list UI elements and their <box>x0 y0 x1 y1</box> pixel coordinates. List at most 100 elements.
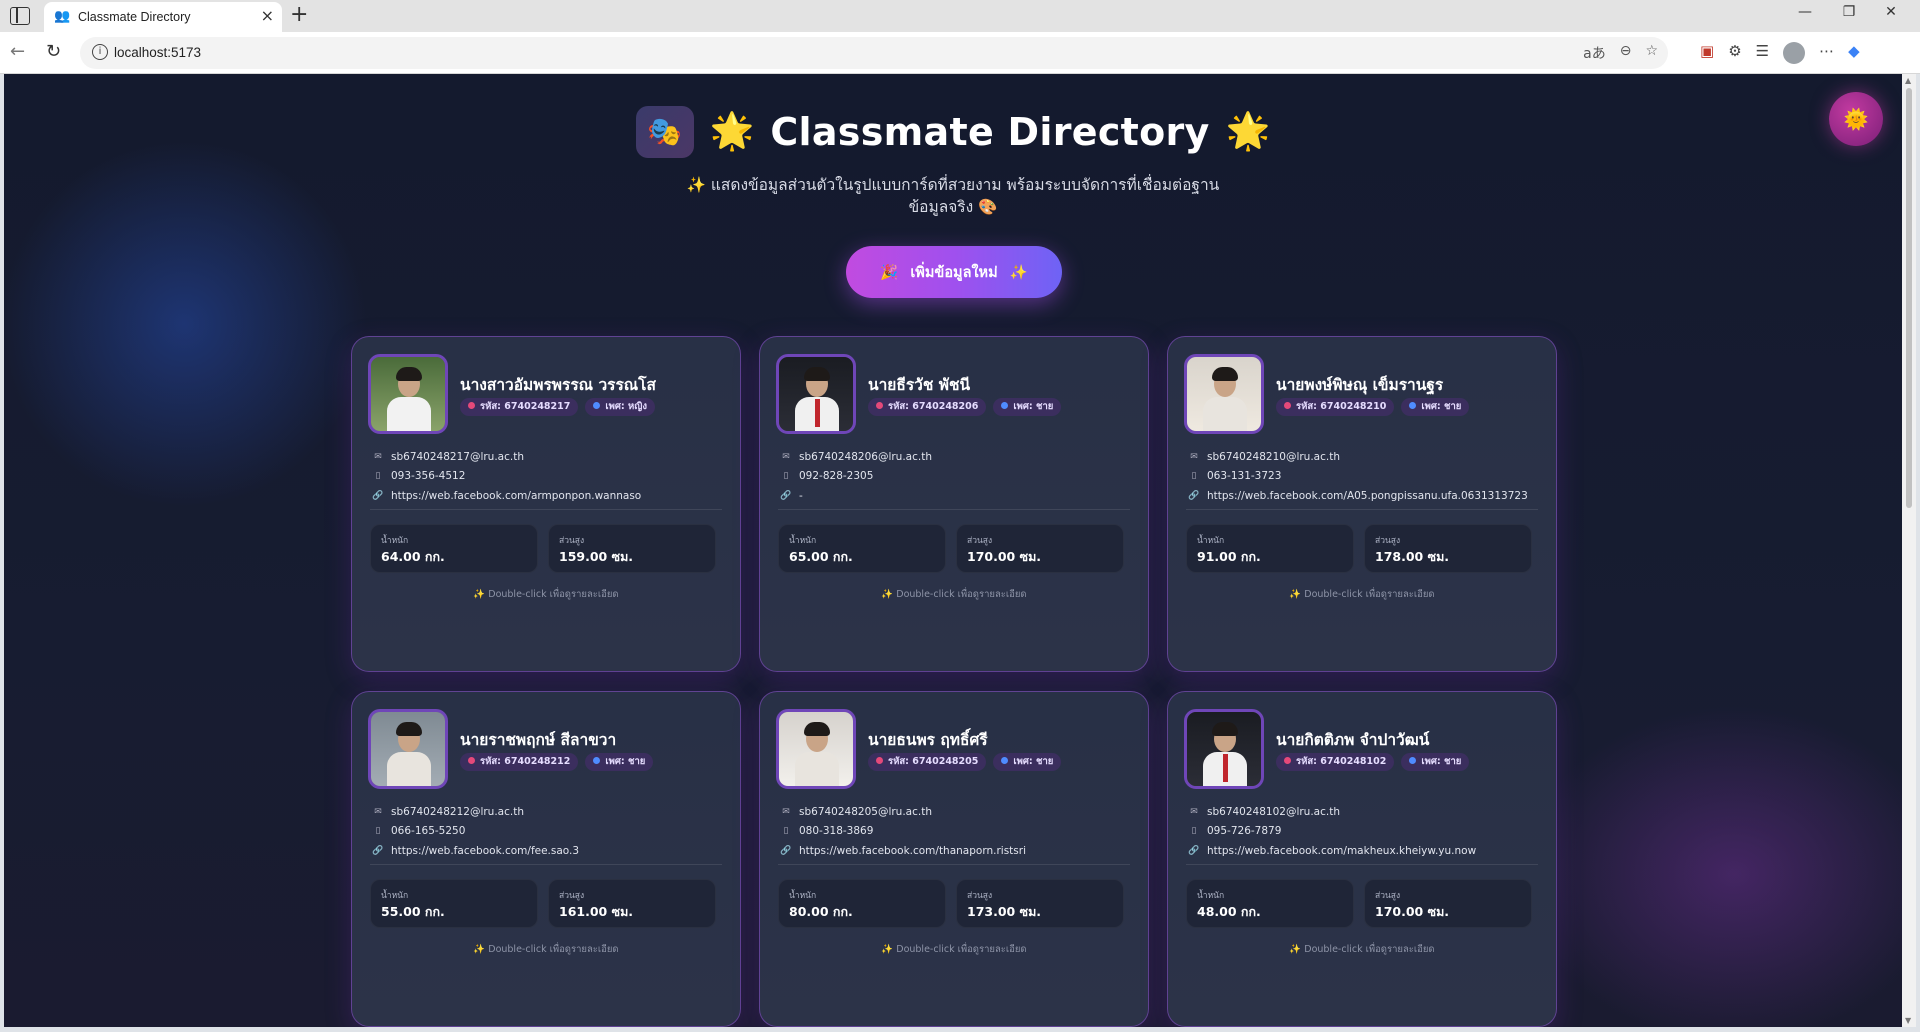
refresh-icon[interactable]: ↻ <box>46 41 61 63</box>
gender-badge: เพศ: ชาย <box>1401 753 1470 771</box>
zoom-icon[interactable]: ⊖ <box>1620 43 1632 63</box>
phone-icon: ▯ <box>1191 471 1197 482</box>
gender-badge: เพศ: ชาย <box>585 753 654 771</box>
facebook-row[interactable]: 🔗 https://web.facebook.com/makheux.kheiyw… <box>1188 841 1476 861</box>
phone-icon: ▯ <box>375 826 381 837</box>
classmate-card[interactable]: นายธีรวัช พัชนี รหัส: 6740248206 เพศ: ชา… <box>759 336 1149 672</box>
link-icon: 🔗 <box>372 845 384 856</box>
page-subtitle: ✨ แสดงข้อมูลส่วนตัวในรูปแบบการ์ดที่สวยงา… <box>686 176 1220 216</box>
tab-actions-icon[interactable] <box>10 7 30 25</box>
link-icon: 🔗 <box>1188 490 1200 501</box>
browser-tab[interactable]: 👥 Classmate Directory × <box>44 2 282 32</box>
profile-photo <box>776 354 856 434</box>
double-click-hint: ✨ Double-click เพื่อดูรายละเอียด <box>881 589 1027 600</box>
close-window-icon[interactable]: ✕ <box>1876 4 1906 20</box>
scroll-down-icon[interactable]: ▼ <box>1905 1016 1911 1025</box>
favorite-star-icon[interactable]: ☆ <box>1645 43 1658 63</box>
profile-avatar[interactable] <box>1783 42 1806 64</box>
address-toolbar: ← ↻ i localhost:5173 aあ ⊖ ☆ ▣ ⚙ ☰ ⋯ ◆ <box>0 32 1920 74</box>
classmate-card[interactable]: นายพงษ์พิษณุ เข็มรานฐร รหัส: 6740248210 … <box>1167 336 1557 672</box>
extension-icon[interactable]: ▣ <box>1700 42 1714 64</box>
student-id-badge: รหัส: 6740248212 <box>460 753 579 771</box>
phone-row: ▯ 080-318-3869 <box>780 822 1026 842</box>
gender-badge: เพศ: ชาย <box>993 398 1062 416</box>
phone-row: ▯ 093-356-4512 <box>372 467 641 487</box>
phone-icon: ▯ <box>783 826 789 837</box>
facebook-row[interactable]: 🔗 - <box>780 486 932 506</box>
more-menu-icon[interactable]: ⋯ <box>1819 42 1834 64</box>
copilot-icon[interactable]: ◆ <box>1848 42 1860 64</box>
profile-photo <box>368 354 448 434</box>
back-icon[interactable]: ← <box>10 41 25 63</box>
phone-icon: ▯ <box>1191 826 1197 837</box>
add-new-button[interactable]: 🎉 เพิ่มข้อมูลใหม่ ✨ <box>846 246 1062 298</box>
gender-badge: เพศ: ชาย <box>1401 398 1470 416</box>
student-id-badge: รหัส: 6740248210 <box>1276 398 1395 416</box>
classmate-card[interactable]: นายราชพฤกษ์ สีลาขวา รหัส: 6740248212 เพศ… <box>351 691 741 1027</box>
phone-icon: ▯ <box>375 471 381 482</box>
classmate-name: นายธีรวัช พัชนี <box>868 376 971 394</box>
favorites-icon[interactable]: ☰ <box>1756 42 1769 64</box>
classmate-name: นายธนพร ฤทธิ์ศรี <box>868 731 988 749</box>
gender-badge: เพศ: ชาย <box>993 753 1062 771</box>
browser-tab-strip: 👥 Classmate Directory × + — ❐ ✕ <box>0 0 1920 32</box>
scroll-thumb[interactable] <box>1906 88 1912 508</box>
email-row: ✉ sb6740248205@lru.ac.th <box>780 802 1026 822</box>
email-icon: ✉ <box>1190 806 1198 817</box>
email-row: ✉ sb6740248217@lru.ac.th <box>372 447 641 467</box>
read-aloud-icon[interactable]: aあ <box>1583 43 1606 63</box>
phone-row: ▯ 095-726-7879 <box>1188 822 1476 842</box>
divider <box>370 864 722 865</box>
facebook-row[interactable]: 🔗 https://web.facebook.com/armponpon.wann… <box>372 486 641 506</box>
student-id-badge: รหัส: 6740248217 <box>460 398 579 416</box>
profile-photo <box>368 709 448 789</box>
divider <box>1186 864 1538 865</box>
classmate-card[interactable]: นายกิตติภพ จำปาวัฒน์ รหัส: 6740248102 เพ… <box>1167 691 1557 1027</box>
classmate-card[interactable]: นางสาวอัมพรพรรณ วรรณโส รหัส: 6740248217 … <box>351 336 741 672</box>
height-stat: ส่วนสูง 170.00 ซม. <box>1364 879 1532 928</box>
link-icon: 🔗 <box>780 490 792 501</box>
student-id-badge: รหัส: 6740248205 <box>868 753 987 771</box>
weight-stat: น้ำหนัก 80.00 กก. <box>778 879 946 928</box>
facebook-row[interactable]: 🔗 https://web.facebook.com/thanaporn.rist… <box>780 841 1026 861</box>
extensions-puzzle-icon[interactable]: ⚙ <box>1728 42 1741 64</box>
close-tab-icon[interactable]: × <box>261 7 274 25</box>
profile-photo <box>1184 354 1264 434</box>
double-click-hint: ✨ Double-click เพื่อดูรายละเอียด <box>1289 589 1435 600</box>
student-id-badge: รหัส: 6740248102 <box>1276 753 1395 771</box>
email-row: ✉ sb6740248212@lru.ac.th <box>372 802 579 822</box>
page-viewport: 🌞 🎭 🌟 Classmate Directory 🌟 ✨ แสดงข้อมูล… <box>4 74 1902 1027</box>
classmate-card[interactable]: นายธนพร ฤทธิ์ศรี รหัส: 6740248205 เพศ: ช… <box>759 691 1149 1027</box>
email-row: ✉ sb6740248206@lru.ac.th <box>780 447 932 467</box>
new-tab-icon[interactable]: + <box>290 3 308 27</box>
divider <box>370 509 722 510</box>
facebook-row[interactable]: 🔗 https://web.facebook.com/A05.pongpissan… <box>1188 486 1527 506</box>
height-stat: ส่วนสูง 178.00 ซม. <box>1364 524 1532 573</box>
party-icon: 🎉 <box>880 264 899 281</box>
classmate-name: นายราชพฤกษ์ สีลาขวา <box>460 731 617 749</box>
url-text[interactable]: localhost:5173 <box>114 45 201 60</box>
divider <box>778 864 1130 865</box>
height-stat: ส่วนสูง 159.00 ซม. <box>548 524 716 573</box>
restore-icon[interactable]: ❐ <box>1834 4 1864 20</box>
minimize-icon[interactable]: — <box>1790 4 1820 20</box>
link-icon: 🔗 <box>372 490 384 501</box>
double-click-hint: ✨ Double-click เพื่อดูรายละเอียด <box>473 589 619 600</box>
facebook-row[interactable]: 🔗 https://web.facebook.com/fee.sao.3 <box>372 841 579 861</box>
double-click-hint: ✨ Double-click เพื่อดูรายละเอียด <box>1289 944 1435 955</box>
phone-row: ▯ 063-131-3723 <box>1188 467 1528 487</box>
address-bar[interactable]: i localhost:5173 aあ ⊖ ☆ <box>80 37 1668 69</box>
student-id-badge: รหัส: 6740248206 <box>868 398 987 416</box>
weight-stat: น้ำหนัก 48.00 กก. <box>1186 879 1354 928</box>
page-scrollbar[interactable]: ▲ ▼ <box>1902 74 1916 1027</box>
email-icon: ✉ <box>782 806 790 817</box>
height-stat: ส่วนสูง 170.00 ซม. <box>956 524 1124 573</box>
phone-row: ▯ 092-828-2305 <box>780 467 932 487</box>
scroll-up-icon[interactable]: ▲ <box>1905 76 1911 85</box>
email-row: ✉ sb6740248210@lru.ac.th <box>1188 447 1528 467</box>
site-info-icon[interactable]: i <box>92 44 108 60</box>
link-icon: 🔗 <box>1188 845 1200 856</box>
profile-photo <box>776 709 856 789</box>
email-icon: ✉ <box>374 451 382 462</box>
favicon-icon: 👥 <box>54 9 71 24</box>
